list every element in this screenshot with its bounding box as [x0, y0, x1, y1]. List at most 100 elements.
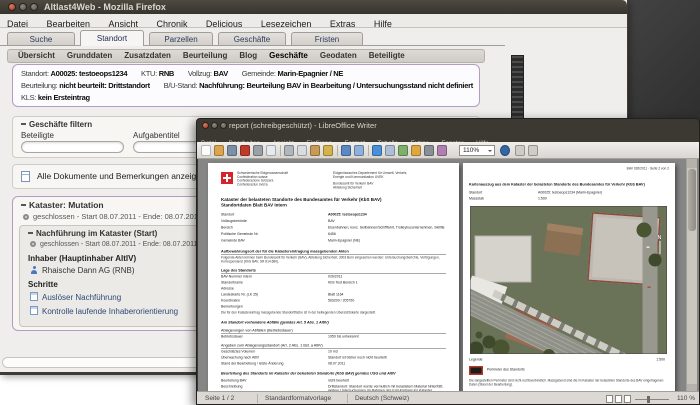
subtab-beurteilung[interactable]: Beurteilung — [183, 50, 227, 62]
step-kontrolle-link[interactable]: Kontrolle laufende Inhaberorientierung — [42, 307, 178, 316]
gear-icon — [23, 214, 29, 220]
close-button[interactable] — [8, 3, 16, 11]
book-view-icon[interactable] — [624, 395, 631, 403]
legend-item-label: Perimeter des Standorts — [487, 368, 525, 372]
save-icon[interactable] — [227, 145, 237, 156]
status-zoom[interactable]: 110 % — [677, 395, 695, 402]
building — [474, 235, 532, 283]
road — [642, 206, 658, 354]
undo-icon[interactable] — [341, 145, 351, 156]
schritte-label: Schritte — [28, 280, 58, 289]
status-language[interactable]: Deutsch (Schweiz) — [355, 395, 409, 402]
tab-geschaefte[interactable]: Geschäfte — [218, 32, 286, 45]
tab-fristen[interactable]: Fristen — [291, 32, 363, 45]
export-pdf-icon[interactable] — [240, 145, 250, 156]
minimize-button[interactable] — [211, 122, 218, 129]
step-row: Auslöser Nachführung — [30, 291, 212, 302]
north-arrow-icon: N — [657, 234, 662, 254]
nachfuehrung-status: geschlossen - Start 08.07.2011 - Ende: 0… — [30, 241, 197, 248]
info-line-1: Standort: A00025: testoeops1234 KTU: RNB… — [21, 69, 344, 78]
subtab-geschaefte[interactable]: Geschäfte — [269, 50, 308, 62]
nachfuehrung-header[interactable]: Nachführung im Kataster (Start) — [28, 229, 157, 238]
subtab-geodaten[interactable]: Geodaten — [320, 50, 357, 62]
draw-functions-icon[interactable] — [398, 145, 408, 156]
redo-icon[interactable] — [354, 145, 364, 156]
status-style[interactable]: Standardformatvorlage — [265, 395, 331, 402]
zoom-combo[interactable]: 110% — [459, 145, 495, 156]
subtab-zusatzdaten[interactable]: Zusatzdaten — [124, 50, 171, 62]
table-icon[interactable] — [385, 145, 395, 156]
cut-icon[interactable] — [284, 145, 294, 156]
filter-panel-header[interactable]: Geschäfte filtern — [21, 120, 92, 129]
zoom-slider[interactable] — [635, 396, 669, 403]
section-header: Am Standort vorhandene Abfälle (gemäss A… — [221, 320, 329, 325]
toolbar-separator — [368, 145, 369, 156]
inhaber-label: Inhaber (Hauptinhaber AltlV) — [28, 254, 137, 263]
open-icon[interactable] — [214, 145, 224, 156]
document-area: Schweizerische Eidgenossenschaft Confédé… — [198, 159, 699, 393]
toolbar-separator — [280, 145, 281, 156]
tab-suche[interactable]: Suche — [7, 32, 75, 45]
close-button[interactable] — [202, 122, 209, 129]
beteiligte-label: Beteiligte — [21, 131, 54, 140]
zoom-slider-thumb[interactable] — [647, 396, 650, 403]
navigator-icon[interactable] — [424, 145, 434, 156]
scrollbar-thumb[interactable] — [688, 169, 696, 231]
tab-parzellen[interactable]: Parzellen — [149, 32, 213, 45]
multi-page-view-icon[interactable] — [615, 395, 622, 403]
screen: Altlast4Web - Mozilla Firefox Datei Bear… — [0, 0, 700, 405]
standort-info-box: Standort: A00025: testoeops1234 KTU: RNB… — [12, 64, 480, 107]
department-lines: Eidgenössisches Departement für Umwelt, … — [333, 171, 408, 190]
step-row: Kontrolle laufende Inhaberorientierung — [30, 305, 212, 316]
legend-row: Legende 1:500 — [469, 358, 665, 362]
document-title: Kataster der belasteten Standorte des Bu… — [221, 197, 382, 208]
car — [646, 246, 650, 248]
firefox-titlebar[interactable]: Altlast4Web - Mozilla Firefox — [0, 0, 627, 14]
person-icon — [30, 266, 38, 274]
step-ausloeser-link[interactable]: Auslöser Nachführung — [42, 293, 121, 302]
copy-icon[interactable] — [297, 145, 307, 156]
subtab-uebersicht[interactable]: Übersicht — [18, 50, 55, 62]
tab-standort[interactable]: Standort — [80, 30, 144, 46]
subtab-beteiligte[interactable]: Beteiligte — [369, 50, 405, 62]
legend-label: Legende — [469, 358, 483, 362]
window-title: Altlast4Web - Mozilla Firefox — [44, 2, 166, 12]
swiss-cross-logo — [221, 172, 233, 184]
gear-icon — [30, 241, 36, 247]
inhaber-link[interactable]: Rhaische Dann AG (RNB) — [42, 266, 134, 275]
alle-dokumente-link[interactable]: Alle Dokumente und Bemerkungen anzeigen — [37, 171, 206, 181]
section-header: Beurteilung des Standorts im Kataster de… — [221, 371, 396, 376]
beteiligte-input[interactable] — [21, 141, 124, 153]
map-scale: 1:500 — [656, 358, 665, 362]
gallery-icon[interactable] — [437, 145, 447, 156]
print-icon[interactable] — [253, 145, 263, 156]
next-page-icon[interactable] — [528, 145, 538, 156]
scroll-up-icon[interactable] — [687, 159, 697, 168]
kataster-header[interactable]: Kataster: Mutation — [21, 200, 104, 210]
hyperlink-icon[interactable] — [372, 145, 382, 156]
subsection-header: Ablagerungen von Abfällen (Betriebsdauer… — [221, 328, 446, 334]
section-paragraph: Folgende Akten können beim Bundesamt für… — [221, 256, 440, 264]
previous-page-icon[interactable] — [515, 145, 525, 156]
single-page-view-icon[interactable] — [606, 395, 613, 403]
confederation-lines: Schweizerische Eidgenossenschaft Confédé… — [237, 171, 288, 187]
maximize-button[interactable] — [220, 122, 227, 129]
document-page-2: BAV 026/2011 · Seite 2 von 2 Kartenauszu… — [463, 163, 675, 393]
minimize-button[interactable] — [19, 3, 27, 11]
find-icon[interactable] — [411, 145, 421, 156]
maximize-button[interactable] — [30, 3, 38, 11]
collapse-icon — [28, 232, 33, 234]
document-page-1: Schweizerische Eidgenossenschaft Confédé… — [208, 163, 459, 393]
print-preview-icon[interactable] — [266, 145, 276, 156]
aufgabentitel-label: Aufgabentitel — [133, 131, 180, 140]
kataster-status: geschlossen - Start 08.07.2011 - Ende: 0… — [23, 212, 202, 221]
subtab-blog[interactable]: Blog — [239, 50, 257, 62]
vertical-scrollbar[interactable] — [686, 159, 697, 393]
paste-icon[interactable] — [310, 145, 320, 156]
writer-titlebar[interactable]: report (schreibgeschützt) - LibreOffice … — [197, 119, 699, 132]
paintbrush-icon[interactable] — [323, 145, 333, 156]
help-icon[interactable] — [500, 145, 510, 156]
new-document-icon[interactable] — [201, 145, 211, 156]
status-page[interactable]: Seite 1 / 2 — [205, 395, 234, 402]
subtab-grunddaten[interactable]: Grunddaten — [67, 50, 112, 62]
